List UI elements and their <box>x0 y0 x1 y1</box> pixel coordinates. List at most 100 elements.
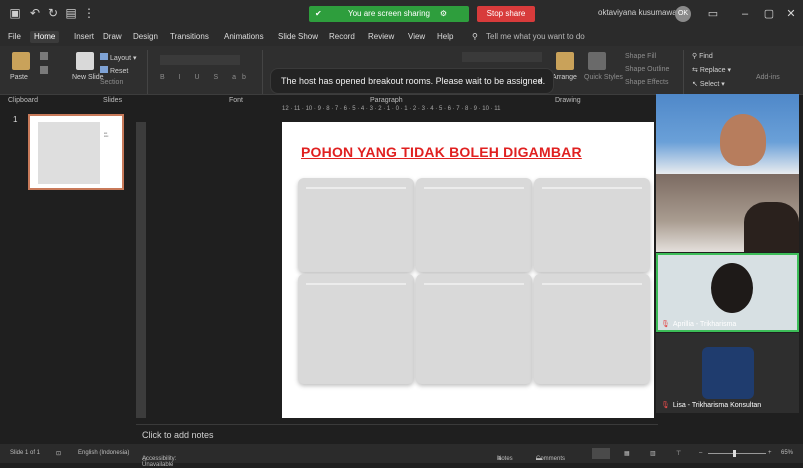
spelling-icon[interactable]: ⊡ <box>56 450 61 457</box>
tab-home[interactable]: Home <box>30 31 60 43</box>
quick-styles-button[interactable]: Quick Styles <box>584 74 623 81</box>
cut-icon[interactable] <box>40 52 48 60</box>
participant-figure <box>744 202 799 252</box>
screen-sharing-banner: ✔ You are screen sharing ⚙ <box>309 6 469 22</box>
slide-counter: Slide 1 of 1 <box>10 450 41 456</box>
tab-file[interactable]: File <box>8 31 21 43</box>
participant-name: 🎙 Lisa - Trikharisma Konsultan <box>661 402 762 409</box>
select-button[interactable]: ↖ Select ▾ <box>692 80 725 88</box>
shape-outline-button[interactable]: Shape Outline <box>625 66 669 73</box>
notes-pane[interactable]: Click to add notes <box>136 424 658 445</box>
card-placeholder[interactable] <box>534 274 650 384</box>
present-icon[interactable]: ▤ <box>64 6 78 20</box>
tab-design[interactable]: Design <box>133 31 158 43</box>
zoom-out-icon[interactable]: – <box>699 450 702 456</box>
undo-icon[interactable]: ↶ <box>28 6 42 20</box>
card-placeholder[interactable] <box>298 274 414 384</box>
tab-review[interactable]: Review <box>368 31 394 43</box>
tab-transitions[interactable]: Transitions <box>170 31 209 43</box>
divider <box>147 50 148 94</box>
tab-view[interactable]: View <box>408 31 425 43</box>
zoom-slider[interactable] <box>708 453 766 454</box>
zoom-level[interactable]: 65% <box>781 450 793 456</box>
slide-number: 1 <box>13 115 18 124</box>
divider <box>262 50 263 94</box>
layout-button[interactable]: Layout ▾ <box>100 53 137 62</box>
font-format-buttons[interactable]: B I U S ab <box>160 74 252 81</box>
reset-button[interactable]: Reset <box>100 66 128 75</box>
paste-button[interactable]: Paste <box>10 74 28 81</box>
thumbnail-text: ▪▪▪ ▪▪▪▪ <box>104 131 109 138</box>
participant-video[interactable] <box>656 174 799 252</box>
arrange-button[interactable]: Arrange <box>552 74 577 81</box>
save-icon[interactable]: ▣ <box>8 6 22 20</box>
slide-sorter-icon[interactable]: ▦ <box>624 450 630 457</box>
more-icon[interactable]: ⋮ <box>82 6 96 20</box>
ribbon-display-icon[interactable]: ▭ <box>704 6 722 22</box>
slide-thumbnail[interactable]: ▪▪▪ ▪▪▪▪ <box>28 114 124 190</box>
participant-face <box>711 263 753 313</box>
copy-icon[interactable] <box>40 66 48 74</box>
user-name: oktaviyana kusumawati <box>598 8 681 17</box>
participant-avatar <box>702 347 754 399</box>
close-icon[interactable]: ✕ <box>782 6 800 22</box>
lightbulb-icon: ⚲ <box>472 32 478 41</box>
shape-fill-button[interactable]: Shape Fill <box>625 53 656 60</box>
tell-me-search[interactable]: Tell me what you want to do <box>486 31 585 43</box>
settings-icon[interactable]: ⚙ <box>440 6 447 22</box>
participant-video[interactable] <box>656 94 799 174</box>
paste-icon[interactable] <box>12 52 30 70</box>
tab-help[interactable]: Help <box>437 31 453 43</box>
ribbon-tabs: File Home Insert Draw Design Transitions… <box>0 28 803 46</box>
group-label-clipboard: Clipboard <box>8 97 38 104</box>
stop-share-button[interactable]: Stop share <box>477 6 535 22</box>
find-button[interactable]: ⚲ Find <box>692 52 713 60</box>
avatar[interactable]: OK <box>675 6 691 22</box>
participant-video[interactable]: 🎙 Lisa - Trikharisma Konsultan <box>656 333 799 413</box>
horizontal-ruler: 12 · 11 · 10 · 9 · 8 · 7 · 6 · 5 · 4 · 3… <box>282 106 501 112</box>
mic-muted-icon: 🎙 <box>661 402 670 409</box>
participant-video-active[interactable]: 🎙 Aprillia - Trikharisma <box>656 253 799 332</box>
replace-icon: ⇆ <box>692 67 698 74</box>
zoom-slider-thumb[interactable] <box>733 450 736 457</box>
zoom-in-icon[interactable]: + <box>768 450 772 456</box>
language-status[interactable]: English (Indonesia) <box>78 450 129 456</box>
vertical-ruler <box>136 122 146 418</box>
card-placeholder[interactable] <box>416 178 532 272</box>
breakout-room-notification: The host has opened breakout rooms. Plea… <box>270 68 554 94</box>
shape-effects-button[interactable]: Shape Effects <box>625 79 668 86</box>
tab-draw[interactable]: Draw <box>103 31 122 43</box>
card-placeholder[interactable] <box>416 274 532 384</box>
replace-button[interactable]: ⇆ Replace ▾ <box>692 66 731 74</box>
mic-muted-icon: 🎙 <box>661 321 670 328</box>
section-button[interactable]: Section <box>100 79 123 86</box>
new-slide-icon[interactable] <box>76 52 94 70</box>
tab-record[interactable]: Record <box>329 31 355 43</box>
quick-styles-icon[interactable] <box>588 52 606 70</box>
search-icon: ⚲ <box>692 53 698 60</box>
notification-message: The host has opened breakout rooms. Plea… <box>281 76 546 86</box>
redo-icon[interactable]: ↻ <box>46 6 60 20</box>
slideshow-icon[interactable]: ⊤ <box>676 450 681 457</box>
new-slide-button[interactable]: New Slide <box>72 74 104 81</box>
tab-insert[interactable]: Insert <box>74 31 94 43</box>
normal-view-icon[interactable] <box>592 448 610 459</box>
font-name-select[interactable] <box>160 55 240 65</box>
close-icon[interactable]: × <box>538 69 543 93</box>
maximize-icon[interactable]: ▢ <box>760 6 778 22</box>
slide-title[interactable]: POHON YANG TIDAK BOLEH DIGAMBAR <box>301 144 582 160</box>
minimize-icon[interactable]: – <box>736 6 754 22</box>
reading-view-icon[interactable]: ▥ <box>650 450 656 457</box>
shapes-gallery[interactable] <box>462 52 542 62</box>
group-label-slides: Slides <box>103 97 123 104</box>
tab-animations[interactable]: Animations <box>224 31 264 43</box>
add-ins-button[interactable]: Add-ins <box>756 74 780 81</box>
participant-face <box>720 114 766 166</box>
cursor-icon: ↖ <box>692 81 698 88</box>
tab-slide-show[interactable]: Slide Show <box>278 31 318 43</box>
group-label-font: Font <box>229 97 244 104</box>
card-placeholder[interactable] <box>534 178 650 272</box>
participant-name: 🎙 Aprillia - Trikharisma <box>661 321 737 328</box>
arrange-icon[interactable] <box>556 52 574 70</box>
card-placeholder[interactable] <box>298 178 414 272</box>
